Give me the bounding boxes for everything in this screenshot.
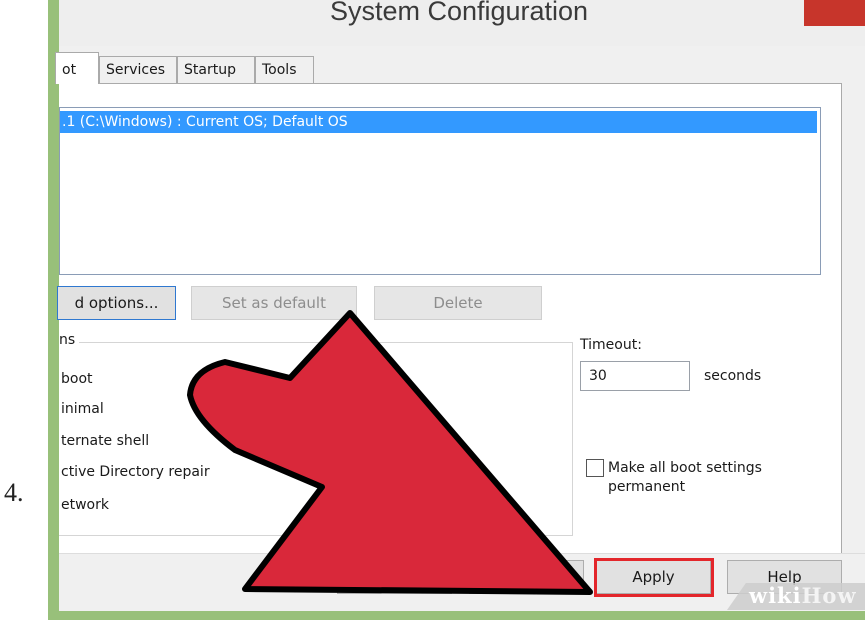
cancel-button[interactable]: Cancel [469, 560, 584, 594]
boot-log-checkbox[interactable] [305, 401, 323, 419]
network-option[interactable]: etwork [61, 497, 109, 513]
make-permanent-checkbox[interactable] [586, 459, 604, 477]
safe-boot-option[interactable]: boot [61, 371, 93, 387]
make-permanent-label-line1: Make all boot settings [608, 460, 762, 476]
watermark-wiki: wiki [749, 583, 802, 608]
no-gui-boot-checkbox[interactable] [305, 372, 323, 390]
ok-button[interactable]: OK [337, 560, 452, 594]
delete-button[interactable]: Delete [374, 286, 542, 320]
os-list-item-selected[interactable]: .1 (C:\Windows) : Current OS; Default OS [60, 111, 817, 133]
title-bar: System Configuration [59, 0, 865, 46]
advanced-options-button[interactable]: d options... [57, 286, 176, 320]
tab-tools[interactable]: Tools [255, 56, 314, 83]
boot-options-group: ns boot inimal ternate shell ctive Direc… [59, 332, 573, 536]
window-title: System Configuration [329, 0, 589, 26]
timeout-label: Timeout: [580, 337, 642, 353]
system-configuration-window: System Configuration ot Services Startup… [55, 0, 865, 611]
make-permanent-label-line2: permanent [608, 479, 686, 495]
tab-startup[interactable]: Startup [177, 56, 255, 83]
timeout-unit: seconds [704, 368, 762, 384]
close-button[interactable] [804, 0, 865, 26]
watermark-how: How [801, 583, 857, 608]
ad-repair-option[interactable]: ctive Directory repair [61, 464, 210, 480]
boot-options-legend: ns [59, 332, 80, 348]
minimal-option[interactable]: inimal [61, 401, 104, 417]
screenshot-frame: System Configuration ot Services Startup… [48, 0, 865, 620]
step-number: 4. [4, 478, 24, 507]
tab-boot[interactable]: ot [55, 52, 99, 84]
boot-tab-panel: .1 (C:\Windows) : Current OS; Default OS… [57, 83, 842, 554]
tab-services[interactable]: Services [99, 56, 177, 83]
os-list[interactable]: .1 (C:\Windows) : Current OS; Default OS [59, 107, 821, 275]
apply-highlight-box [594, 558, 714, 597]
make-permanent-label: Make all boot settings permanent [608, 459, 762, 497]
timeout-input[interactable]: 30 [580, 361, 690, 391]
wikihow-watermark: wikiHow [749, 583, 857, 608]
set-as-default-button[interactable]: Set as default [191, 286, 357, 320]
alternate-shell-option[interactable]: ternate shell [61, 433, 149, 449]
